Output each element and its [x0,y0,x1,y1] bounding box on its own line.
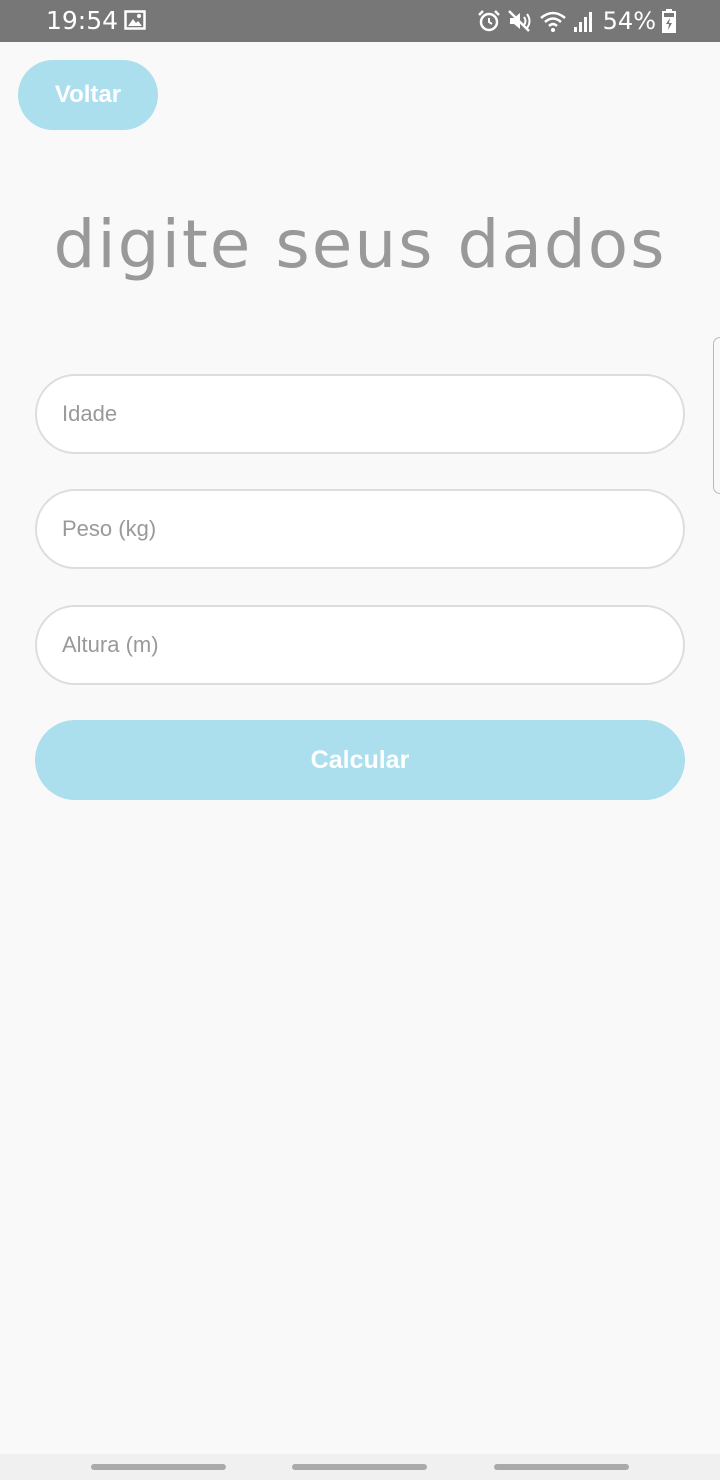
wifi-icon [539,9,567,33]
navigation-bar [0,1454,720,1480]
age-input[interactable] [35,374,685,454]
back-button[interactable]: Voltar [18,60,158,130]
signal-icon [573,10,593,32]
alarm-icon [477,9,501,33]
battery-percent: 54% [602,7,656,35]
battery-icon [662,9,676,33]
page-title: digite seus dados [53,206,667,283]
nav-home-button[interactable] [292,1464,427,1470]
calculate-button[interactable]: Calcular [35,720,685,800]
nav-back-button[interactable] [494,1464,629,1470]
status-bar: 19:54 54% [0,0,720,42]
edge-panel-handle[interactable] [713,337,720,494]
gallery-icon [124,10,146,35]
status-time: 19:54 [46,6,119,35]
height-input[interactable] [35,605,685,685]
nav-recents-button[interactable] [91,1464,226,1470]
mute-icon [507,9,533,33]
weight-input[interactable] [35,489,685,569]
status-icons: 54% [477,6,676,36]
